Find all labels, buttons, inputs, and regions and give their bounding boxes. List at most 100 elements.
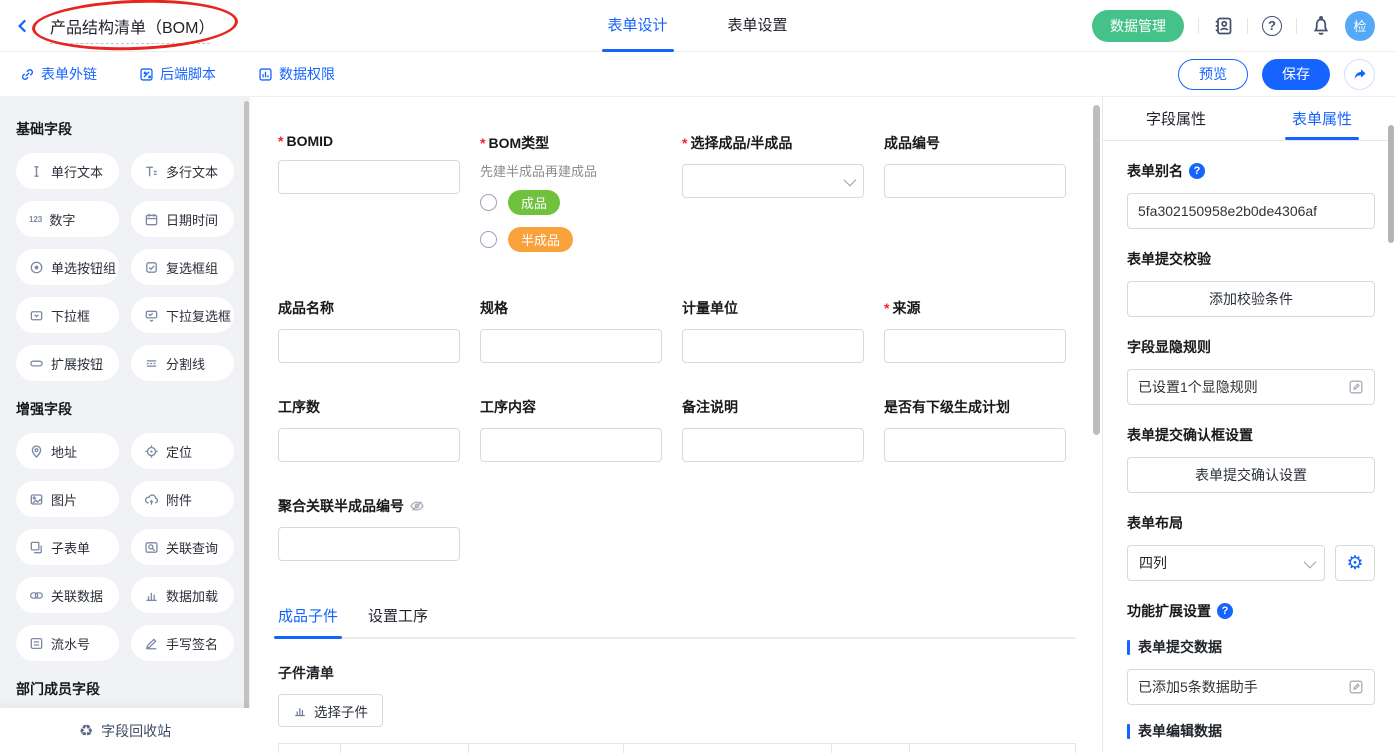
field-unit[interactable]: 计量单位	[682, 298, 864, 363]
help-icon[interactable]: ?	[1217, 603, 1233, 619]
field-item-datetime[interactable]: 日期时间	[131, 201, 234, 237]
product-code-input[interactable]	[884, 164, 1066, 198]
source-input[interactable]	[884, 329, 1066, 363]
back-button[interactable]	[14, 17, 32, 35]
form-alias-input[interactable]	[1127, 193, 1375, 229]
remark-input[interactable]	[682, 428, 864, 462]
tab-form-design[interactable]: 表单设计	[577, 0, 697, 52]
product-name-input[interactable]	[278, 329, 460, 363]
script-icon	[139, 67, 154, 82]
field-item-data-load[interactable]: 数据加载	[131, 577, 234, 613]
field-item-attachment[interactable]: 附件	[131, 481, 234, 517]
field-aggregate-code[interactable]: 聚合关联半成品编号	[278, 496, 460, 561]
notification-bell-icon[interactable]	[1311, 16, 1331, 36]
help-icon[interactable]: ?	[1189, 163, 1205, 179]
layout-select[interactable]: 四列	[1127, 545, 1325, 581]
title-wrap: 产品结构清单（BOM）	[40, 10, 224, 42]
aggregate-code-input[interactable]	[278, 527, 460, 561]
tab-setup-process[interactable]: 设置工序	[368, 605, 428, 637]
field-item-dropdown-multiselect[interactable]: 下拉复选框	[131, 297, 234, 333]
field-item-radio-group[interactable]: 单选按钮组	[16, 249, 119, 285]
field-item-subform[interactable]: 子表单	[16, 529, 119, 565]
user-avatar[interactable]: 检	[1345, 11, 1375, 41]
field-item-linked-data[interactable]: 关联数据	[16, 577, 119, 613]
backend-script-button[interactable]: 后端脚本	[139, 64, 216, 84]
contacts-book-icon[interactable]	[1213, 16, 1233, 36]
field-select-product[interactable]: *选择成品/半成品	[682, 133, 864, 198]
field-label: 工序内容	[480, 397, 536, 417]
radio-icon[interactable]	[480, 194, 497, 211]
add-validation-button[interactable]: 添加校验条件	[1127, 281, 1375, 317]
field-remark[interactable]: 备注说明	[682, 397, 864, 462]
data-permission-button[interactable]: 数据权限	[258, 64, 335, 84]
edit-icon[interactable]	[1348, 379, 1364, 395]
select-product-dropdown[interactable]	[682, 164, 864, 198]
save-button[interactable]: 保存	[1262, 59, 1330, 90]
bom-type-helper-text: 先建半成品再建成品	[480, 161, 662, 180]
field-item-dropdown[interactable]: 下拉框	[16, 297, 119, 333]
share-button[interactable]	[1344, 59, 1375, 90]
field-item-extend-button[interactable]: 扩展按钮	[16, 345, 119, 381]
visibility-rules-box[interactable]: 已设置1个显隐规则	[1127, 369, 1375, 405]
tab-form-properties[interactable]: 表单属性	[1249, 97, 1395, 140]
submit-data-box[interactable]: 已添加5条数据助手	[1127, 669, 1375, 705]
bom-type-option-semifinished[interactable]: 半成品	[480, 227, 662, 252]
submit-validation-title: 表单提交校验	[1127, 249, 1375, 269]
field-item-checkbox-group[interactable]: 复选框组	[131, 249, 234, 285]
field-product-code[interactable]: 成品编号	[884, 133, 1066, 198]
basic-fields-grid: 单行文本 多行文本 123 数字 日期时间 单选按钮组	[16, 153, 234, 381]
submit-validation-section: 表单提交校验 添加校验条件	[1127, 249, 1375, 317]
bom-type-option-finished[interactable]: 成品	[480, 190, 662, 215]
form-external-link-button[interactable]: 表单外链	[20, 64, 97, 84]
canvas-scrollbar[interactable]	[1093, 105, 1100, 435]
tab-finished-subparts[interactable]: 成品子件	[278, 605, 338, 637]
chevron-down-icon	[1304, 555, 1317, 568]
layout-gear-button[interactable]: ⚙	[1335, 545, 1375, 581]
field-source[interactable]: *来源	[884, 298, 1066, 363]
field-item-label: 单选按钮组	[51, 258, 116, 277]
panel-scrollbar[interactable]	[1388, 125, 1394, 243]
field-item-handwritten-signature[interactable]: 手写签名	[131, 625, 234, 661]
field-item-label: 分割线	[166, 354, 205, 373]
field-bomid[interactable]: *BOMID	[278, 133, 460, 194]
field-has-sub-plan[interactable]: 是否有下级生成计划	[884, 397, 1066, 462]
process-count-input[interactable]	[278, 428, 460, 462]
sidebar-scrollbar[interactable]	[244, 101, 249, 749]
data-permission-icon	[258, 67, 273, 82]
spec-input[interactable]	[480, 329, 662, 363]
help-icon[interactable]: ?	[1262, 16, 1282, 36]
has-sub-plan-input[interactable]	[884, 428, 1066, 462]
field-process-content[interactable]: 工序内容	[480, 397, 662, 462]
field-item-label: 附件	[166, 490, 192, 509]
field-item-multi-line-text[interactable]: 多行文本	[131, 153, 234, 189]
tab-field-properties[interactable]: 字段属性	[1103, 97, 1249, 140]
bomid-input[interactable]	[278, 160, 460, 194]
confirm-settings-button[interactable]: 表单提交确认设置	[1127, 457, 1375, 493]
process-content-input[interactable]	[480, 428, 662, 462]
field-item-image[interactable]: 图片	[16, 481, 119, 517]
data-manage-button[interactable]: 数据管理	[1092, 10, 1184, 42]
select-subparts-button[interactable]: 选择子件	[278, 694, 383, 727]
edit-icon[interactable]	[1348, 679, 1364, 695]
field-spec[interactable]: 规格	[480, 298, 662, 363]
field-item-address[interactable]: 地址	[16, 433, 119, 469]
field-item-serial-number[interactable]: 流水号	[16, 625, 119, 661]
field-recycle-bin[interactable]: ♻ 字段回收站	[0, 708, 250, 753]
linked-query-icon	[144, 540, 159, 555]
radio-icon[interactable]	[480, 231, 497, 248]
app-header: 产品结构清单（BOM） 表单设计 表单设置 数据管理 ?	[0, 0, 1395, 52]
tab-form-settings[interactable]: 表单设置	[698, 0, 818, 52]
field-bom-type[interactable]: *BOM类型 先建半成品再建成品 成品 半成品	[480, 133, 662, 264]
field-product-name[interactable]: 成品名称	[278, 298, 460, 363]
unit-input[interactable]	[682, 329, 864, 363]
field-item-single-line-text[interactable]: 单行文本	[16, 153, 119, 189]
preview-button[interactable]: 预览	[1178, 59, 1248, 90]
field-item-locate[interactable]: 定位	[131, 433, 234, 469]
bar-chart-icon	[293, 704, 307, 718]
field-item-number[interactable]: 123 数字	[16, 201, 119, 237]
field-process-count[interactable]: 工序数	[278, 397, 460, 462]
field-item-linked-query[interactable]: 关联查询	[131, 529, 234, 565]
layout-select-value: 四列	[1139, 553, 1167, 573]
field-item-divider-line[interactable]: 分割线	[131, 345, 234, 381]
field-item-label: 子表单	[51, 538, 90, 557]
